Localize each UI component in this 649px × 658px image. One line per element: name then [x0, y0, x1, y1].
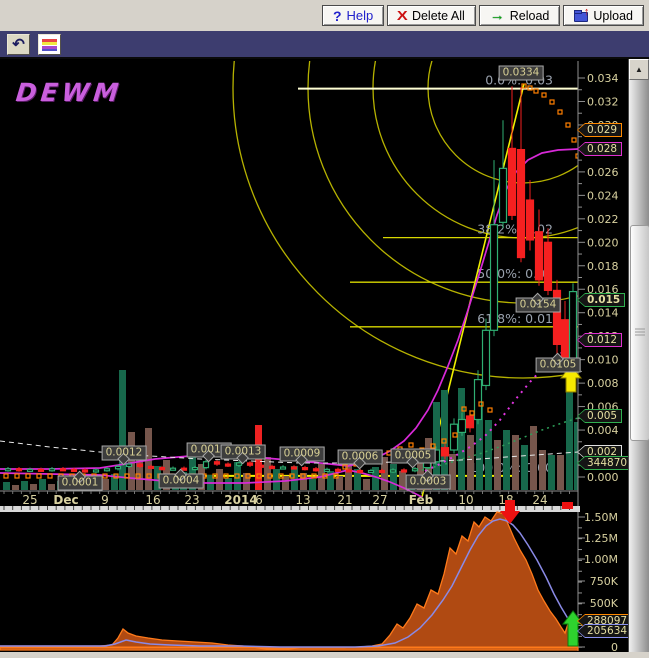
undo-button[interactable]: ↶: [7, 34, 30, 55]
upload-button[interactable]: ↑ Upload: [563, 5, 644, 26]
upload-folder-icon: ↑: [574, 10, 588, 22]
main-toolbar: ? Help X Delete All → Reload ↑ Upload: [0, 0, 649, 31]
delete-all-button[interactable]: X Delete All: [387, 5, 475, 26]
undo-icon: ↶: [12, 37, 25, 52]
help-label: Help: [347, 8, 374, 23]
app-window: ? Help X Delete All → Reload ↑ Upload ↶ …: [0, 0, 649, 658]
reload-arrow-icon: →: [490, 8, 505, 23]
reload-label: Reload: [510, 9, 550, 23]
scroll-thumb-grip: [635, 329, 645, 338]
drawing-toolbar: ↶: [0, 31, 649, 59]
scroll-thumb[interactable]: [630, 225, 649, 441]
chart-canvas[interactable]: [0, 59, 649, 652]
symbol-title: DEWM: [14, 78, 123, 107]
help-icon: ?: [333, 8, 342, 24]
scroll-up-button[interactable]: ▲: [629, 59, 649, 80]
window-bottom-edge: [0, 652, 649, 658]
color-palette-icon: [42, 37, 57, 52]
reload-button[interactable]: → Reload: [479, 5, 561, 26]
delete-icon: X: [397, 8, 408, 23]
upload-label: Upload: [593, 9, 633, 23]
vertical-scrollbar[interactable]: ▲: [628, 59, 649, 652]
help-button[interactable]: ? Help: [322, 5, 384, 26]
color-palette-button[interactable]: [38, 34, 61, 55]
delete-all-label: Delete All: [412, 9, 465, 23]
